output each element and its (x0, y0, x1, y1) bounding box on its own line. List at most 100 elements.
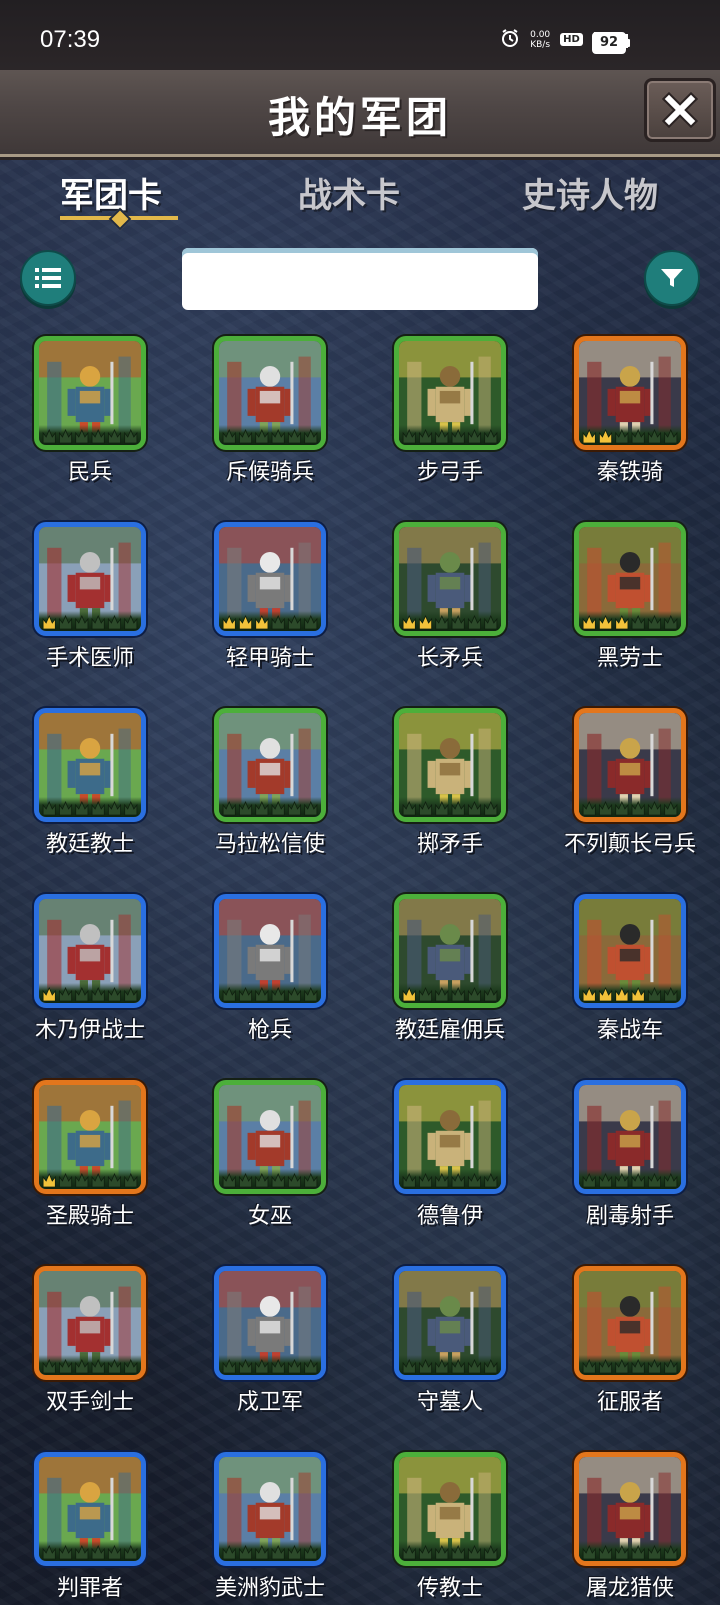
card-name-label: 守墓人 (416, 1390, 483, 1415)
card-portrait-frame (214, 336, 326, 450)
list-view-button[interactable] (20, 250, 76, 306)
card-rank-bar (39, 1169, 141, 1189)
card-name-label: 判罪者 (56, 1576, 123, 1601)
legion-card[interactable]: 征服者 (540, 1266, 720, 1452)
tab-legion-cards[interactable]: 军团卡 (60, 168, 162, 217)
card-portrait-frame (34, 708, 146, 822)
tab-bar: 军团卡 战术卡 史诗人物 (0, 162, 720, 232)
legion-card[interactable]: 黑劳士 (540, 522, 720, 708)
net-speed: 0.00 KB/s (530, 30, 550, 50)
legion-card[interactable]: 美洲豹武士 (180, 1452, 360, 1605)
card-portrait-frame (394, 708, 506, 822)
card-rank-bar (39, 1355, 141, 1375)
legion-card[interactable]: 秦铁骑 (540, 336, 720, 522)
legion-card-grid: 民兵 斥候骑兵 步弓手 秦铁骑手术医师 轻甲骑士 长矛兵 黑劳士教廷教士 马拉松信使 掷矛手 不列… (0, 336, 720, 1605)
card-rank-bar (579, 1355, 681, 1375)
legion-card[interactable]: 枪兵 (180, 894, 360, 1080)
card-name-label: 教廷教士 (45, 832, 134, 857)
card-portrait-frame (574, 522, 686, 636)
legion-card[interactable]: 民兵 (0, 336, 180, 522)
card-portrait-frame (574, 1452, 686, 1566)
legion-card[interactable]: 步弓手 (360, 336, 540, 522)
card-portrait-frame (574, 1266, 686, 1380)
card-name-label: 马拉松信使 (214, 832, 325, 857)
legion-card[interactable]: 判罪者 (0, 1452, 180, 1605)
legion-card[interactable]: 德鲁伊 (360, 1080, 540, 1266)
card-portrait-frame (574, 336, 686, 450)
tab-tactic-cards[interactable]: 战术卡 (298, 168, 400, 217)
card-rank-bar (399, 425, 501, 445)
card-rank-bar (579, 983, 681, 1003)
alarm-clock-icon (500, 28, 520, 51)
card-portrait-frame (574, 708, 686, 822)
card-portrait-frame (394, 336, 506, 450)
legion-card[interactable]: 戍卫军 (180, 1266, 360, 1452)
card-name-label: 步弓手 (416, 460, 483, 485)
card-portrait-frame (574, 894, 686, 1008)
card-name-label: 秦战车 (596, 1018, 663, 1043)
card-rank-bar (219, 1169, 321, 1189)
card-rank-bar (579, 1169, 681, 1189)
battery-icon: 92 (592, 32, 630, 54)
card-portrait-frame (34, 336, 146, 450)
legion-card[interactable]: 守墓人 (360, 1266, 540, 1452)
legion-card[interactable]: 女巫 (180, 1080, 360, 1266)
legion-card[interactable]: 秦战车 (540, 894, 720, 1080)
legion-card[interactable]: 掷矛手 (360, 708, 540, 894)
card-name-label: 木乃伊战士 (34, 1018, 145, 1043)
card-name-label: 屠龙猎侠 (585, 1576, 674, 1601)
card-name-label: 德鲁伊 (416, 1204, 483, 1229)
card-rank-bar (39, 1541, 141, 1561)
card-name-label: 民兵 (67, 460, 112, 485)
card-portrait-frame (214, 1266, 326, 1380)
hd-badge: HD (560, 33, 583, 46)
legion-card[interactable]: 圣殿骑士 (0, 1080, 180, 1266)
search-input[interactable] (182, 248, 538, 310)
card-portrait-frame (34, 1080, 146, 1194)
legion-card[interactable]: 斥候骑兵 (180, 336, 360, 522)
card-name-label: 掷矛手 (416, 832, 483, 857)
card-rank-bar (579, 797, 681, 817)
card-portrait-frame (34, 522, 146, 636)
page-title: 我的军团 (267, 93, 452, 142)
card-name-label: 征服者 (596, 1390, 663, 1415)
legion-card[interactable]: 教廷雇佣兵 (360, 894, 540, 1080)
legion-card[interactable]: 教廷教士 (0, 708, 180, 894)
card-portrait-frame (214, 1080, 326, 1194)
card-portrait-frame (394, 1080, 506, 1194)
filter-button[interactable] (644, 250, 700, 306)
card-name-label: 秦铁骑 (596, 460, 663, 485)
legion-card[interactable]: 马拉松信使 (180, 708, 360, 894)
card-rank-bar (399, 1169, 501, 1189)
card-name-label: 传教士 (416, 1576, 483, 1601)
card-portrait-frame (574, 1080, 686, 1194)
card-name-label: 圣殿骑士 (45, 1204, 134, 1229)
card-name-label: 手术医师 (45, 646, 134, 671)
card-name-label: 斥候骑兵 (225, 460, 314, 485)
tab-epic-characters[interactable]: 史诗人物 (522, 168, 658, 217)
card-name-label: 教廷雇佣兵 (394, 1018, 505, 1043)
card-rank-bar (39, 425, 141, 445)
legion-card[interactable]: 手术医师 (0, 522, 180, 708)
legion-card[interactable]: 不列颠长弓兵 (540, 708, 720, 894)
card-rank-bar (399, 611, 501, 631)
legion-card[interactable]: 木乃伊战士 (0, 894, 180, 1080)
card-name-label: 轻甲骑士 (225, 646, 314, 671)
card-rank-bar (579, 611, 681, 631)
header-bar: 我的军团 (0, 70, 720, 157)
card-portrait-frame (34, 1452, 146, 1566)
legion-card[interactable]: 双手剑士 (0, 1266, 180, 1452)
legion-card[interactable]: 长矛兵 (360, 522, 540, 708)
card-portrait-frame (214, 522, 326, 636)
legion-card[interactable]: 传教士 (360, 1452, 540, 1605)
legion-card[interactable]: 剧毒射手 (540, 1080, 720, 1266)
net-speed-value: 0.00 (530, 29, 551, 40)
card-portrait-frame (394, 894, 506, 1008)
legion-card[interactable]: 轻甲骑士 (180, 522, 360, 708)
status-bar: 07:39 0.00 KB/s HD 5G 92 (0, 0, 720, 70)
card-name-label: 黑劳士 (596, 646, 663, 671)
close-button[interactable] (644, 78, 716, 142)
legion-card[interactable]: 屠龙猎侠 (540, 1452, 720, 1605)
card-rank-bar (219, 1355, 321, 1375)
card-portrait-frame (34, 1266, 146, 1380)
